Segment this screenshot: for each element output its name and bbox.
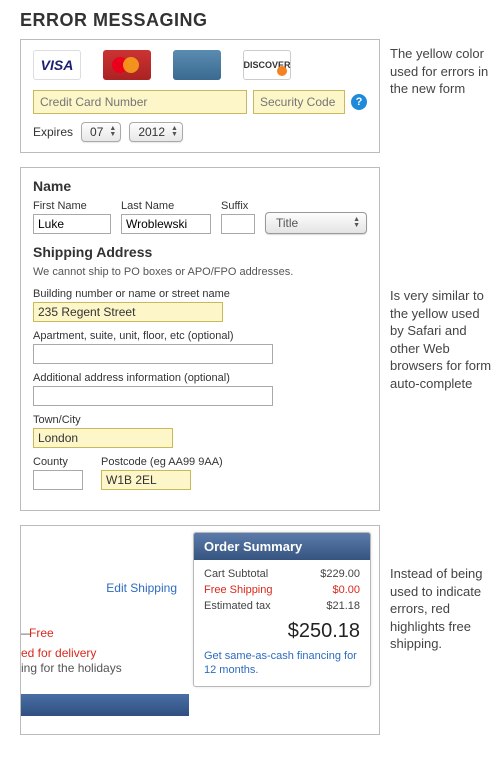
suffix-label: Suffix [221, 200, 255, 212]
apt-input[interactable] [33, 344, 273, 364]
tax-value: $21.18 [326, 600, 360, 612]
expiry-month-select[interactable]: 07 ▲▼ [81, 122, 121, 142]
visa-icon: VISA [33, 50, 81, 80]
discover-icon: DISCOVER [243, 50, 291, 80]
annotation-2: Is very similar to the yellow used by Sa… [380, 167, 500, 392]
edit-shipping-link[interactable]: Edit Shipping [106, 581, 177, 595]
shipping-label: Free Shipping [204, 584, 273, 596]
page-title: ERROR MESSAGING [20, 10, 500, 31]
expiry-year-select[interactable]: 2012 ▲▼ [129, 122, 183, 142]
fragment-holidays: ing for the holidays [21, 661, 122, 675]
apt-label: Apartment, suite, unit, floor, etc (opti… [33, 330, 367, 342]
expires-label: Expires [33, 125, 73, 139]
financing-link[interactable]: Get same-as-cash financing for 12 months… [204, 649, 360, 678]
last-name-input[interactable] [121, 214, 211, 234]
county-label: County [33, 456, 83, 468]
shipping-panel: Name First Name Last Name Suffix Title ▲… [20, 167, 380, 511]
postcode-label: Postcode (eg AA99 9AA) [101, 456, 223, 468]
security-code-input[interactable] [253, 90, 345, 114]
annotation-1: The yellow color used for errors in the … [380, 39, 500, 98]
shipping-heading: Shipping Address [33, 244, 367, 260]
annotation-3: Instead of being used to indicate errors… [380, 525, 500, 653]
expiry-year-value: 2012 [138, 125, 165, 139]
blue-bar [21, 694, 189, 716]
fragment-free: Free [29, 626, 54, 640]
credit-card-panel: VISA DISCOVER ? Expires 07 ▲▼ 2012 ▲▼ [20, 39, 380, 153]
county-input[interactable] [33, 470, 83, 490]
last-name-label: Last Name [121, 200, 211, 212]
town-input[interactable] [33, 428, 173, 448]
order-summary-panel: Edit Shipping — Free ed for delivery ing… [20, 525, 380, 735]
help-icon[interactable]: ? [351, 94, 367, 110]
street-label: Building number or name or street name [33, 288, 367, 300]
shipping-note: We cannot ship to PO boxes or APO/FPO ad… [33, 266, 367, 278]
subtotal-value: $229.00 [320, 568, 360, 580]
extra-label: Additional address information (optional… [33, 372, 367, 384]
order-summary-box: Order Summary Cart Subtotal $229.00 Free… [193, 532, 371, 687]
amex-icon [173, 50, 221, 80]
stepper-icon: ▲▼ [353, 217, 360, 229]
title-select-value: Title [276, 216, 298, 230]
fragment-delivery: ed for delivery [21, 646, 96, 660]
suffix-input[interactable] [221, 214, 255, 234]
stepper-icon: ▲▼ [171, 126, 178, 138]
order-total: $250.18 [204, 620, 360, 643]
shipping-value: $0.00 [332, 584, 360, 596]
left-fragment: Edit Shipping — Free ed for delivery ing… [21, 526, 189, 734]
stepper-icon: ▲▼ [109, 126, 116, 138]
order-summary-header: Order Summary [194, 533, 370, 560]
title-select[interactable]: Title ▲▼ [265, 212, 367, 234]
postcode-input[interactable] [101, 470, 191, 490]
mastercard-icon [103, 50, 151, 80]
tax-label: Estimated tax [204, 600, 271, 612]
subtotal-label: Cart Subtotal [204, 568, 268, 580]
name-heading: Name [33, 178, 367, 194]
town-label: Town/City [33, 414, 367, 426]
first-name-input[interactable] [33, 214, 111, 234]
extra-input[interactable] [33, 386, 273, 406]
first-name-label: First Name [33, 200, 111, 212]
card-number-input[interactable] [33, 90, 247, 114]
street-input[interactable] [33, 302, 223, 322]
expiry-month-value: 07 [90, 125, 103, 139]
card-logos: VISA DISCOVER [33, 50, 367, 80]
